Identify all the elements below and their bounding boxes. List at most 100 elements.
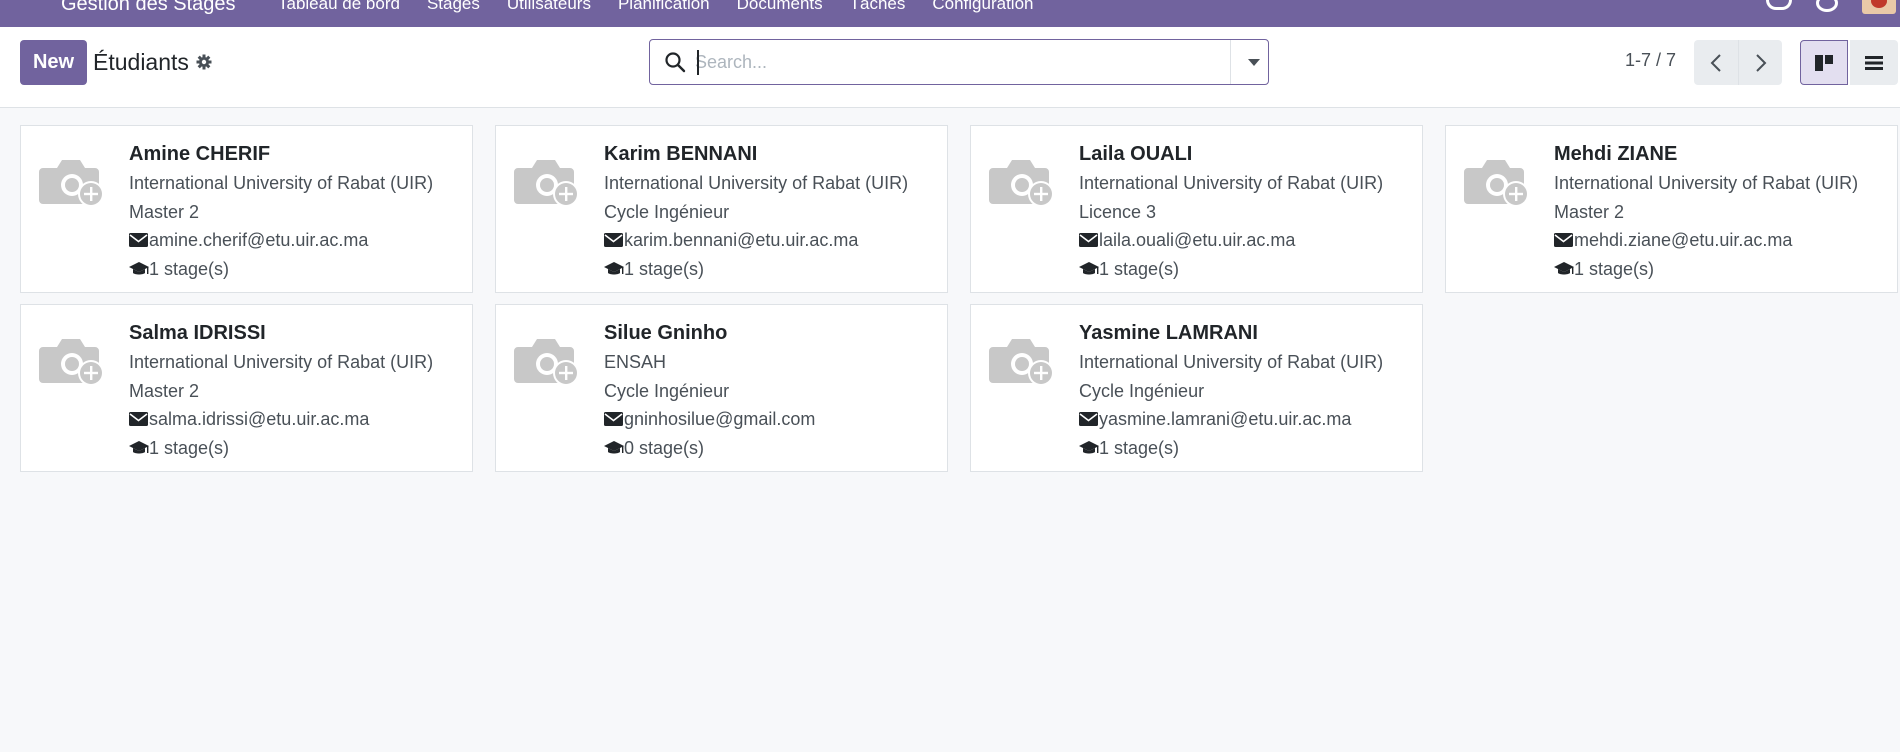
text-cursor (697, 50, 699, 75)
student-level: Master 2 (129, 201, 200, 222)
main-menu: Tableau de bord Stages Utilisateurs Plan… (278, 0, 1034, 14)
student-email: gninhosilue@gmail.com (624, 409, 816, 429)
student-level: Cycle Ingénieur (1079, 380, 1205, 401)
menu-item-documents[interactable]: Documents (737, 0, 823, 14)
student-email-row: laila.ouali@etu.uir.ac.ma (1079, 226, 1419, 255)
student-level: Cycle Ingénieur (604, 201, 730, 222)
graduation-cap-icon (129, 440, 149, 454)
kanban-view-button[interactable] (1800, 40, 1848, 85)
pager-next-button[interactable] (1738, 40, 1782, 85)
student-stage-count: 1 stage(s) (1099, 437, 1180, 458)
graduation-cap-icon (604, 261, 624, 275)
envelope-icon (1554, 233, 1573, 248)
card-content: Laila OUALI International University of … (1079, 139, 1419, 283)
student-stage-count: 1 stage(s) (149, 258, 230, 279)
student-stages-row: 1 stage(s) (1079, 255, 1419, 284)
student-name: Yasmine LAMRANI (1079, 322, 1258, 344)
graduation-cap-icon (1079, 440, 1099, 454)
student-stage-count: 1 stage(s) (624, 258, 705, 279)
student-stage-count: 1 stage(s) (149, 437, 230, 458)
user-avatar[interactable] (1862, 0, 1896, 14)
student-card[interactable]: Laila OUALI International University of … (970, 125, 1423, 293)
camera-add-icon (39, 160, 104, 207)
pager-previous-button[interactable] (1694, 40, 1738, 85)
apps-grid-icon[interactable] (22, 0, 46, 8)
student-level: Master 2 (1554, 201, 1625, 222)
student-email-row: amine.cherif@etu.uir.ac.ma (129, 226, 469, 255)
student-stages-row: 1 stage(s) (1079, 434, 1419, 463)
student-name: Salma IDRISSI (129, 322, 266, 344)
list-icon (1865, 55, 1883, 70)
student-school: International University of Rabat (UIR) (604, 173, 909, 193)
student-email: salma.idrissi@etu.uir.ac.ma (149, 409, 370, 429)
student-card[interactable]: Silue Gninho ENSAH Cycle Ingénieur gninh… (495, 304, 948, 472)
card-content: Salma IDRISSI International University o… (129, 318, 469, 462)
chevron-left-icon (1710, 53, 1721, 72)
student-card[interactable]: Karim BENNANI International University o… (495, 125, 948, 293)
search-bar (649, 39, 1269, 85)
pager-value[interactable]: 1-7 / 7 (1625, 50, 1676, 71)
menu-item-dashboard[interactable]: Tableau de bord (278, 0, 400, 14)
student-stages-row: 1 stage(s) (1554, 255, 1894, 284)
student-level: Master 2 (129, 380, 200, 401)
envelope-icon (1079, 233, 1098, 248)
envelope-icon (604, 233, 623, 248)
student-stage-count: 0 stage(s) (624, 437, 705, 458)
student-name: Amine CHERIF (129, 143, 271, 165)
graduation-cap-icon (1079, 261, 1099, 275)
student-stages-row: 1 stage(s) (129, 255, 469, 284)
app-brand[interactable]: Gestion des Stages (61, 0, 236, 16)
student-school: International University of Rabat (UIR) (129, 173, 434, 193)
student-stages-row: 0 stage(s) (604, 434, 944, 463)
student-stage-count: 1 stage(s) (1099, 258, 1180, 279)
list-view-button[interactable] (1850, 40, 1898, 85)
search-divider (1230, 40, 1231, 84)
card-content: Amine CHERIF International University of… (129, 139, 469, 283)
gear-icon[interactable] (196, 54, 212, 70)
activity-clock-icon[interactable] (1816, 0, 1838, 12)
student-name: Mehdi ZIANE (1554, 143, 1678, 165)
student-stage-count: 1 stage(s) (1574, 258, 1655, 279)
envelope-icon (129, 233, 148, 248)
student-school: ENSAH (604, 352, 667, 372)
navbar-systray (1766, 0, 1900, 14)
camera-add-icon (1464, 160, 1529, 207)
camera-add-icon (514, 160, 579, 207)
student-email-row: mehdi.ziane@etu.uir.ac.ma (1554, 226, 1894, 255)
card-content: Karim BENNANI International University o… (604, 139, 944, 283)
card-content: Yasmine LAMRANI International University… (1079, 318, 1419, 462)
student-level: Licence 3 (1079, 201, 1157, 222)
student-email-row: yasmine.lamrani@etu.uir.ac.ma (1079, 405, 1419, 434)
student-card[interactable]: Mehdi ZIANE International University of … (1445, 125, 1898, 293)
menu-item-configuration[interactable]: Configuration (932, 0, 1033, 14)
student-card[interactable]: Yasmine LAMRANI International University… (970, 304, 1423, 472)
page-title: Étudiants (93, 49, 189, 75)
search-icon (665, 52, 686, 73)
camera-add-icon (514, 339, 579, 386)
chat-icon[interactable] (1766, 0, 1792, 10)
student-card[interactable]: Salma IDRISSI International University o… (20, 304, 473, 472)
camera-add-icon (989, 339, 1054, 386)
new-button[interactable]: New (20, 40, 87, 85)
top-navbar: Gestion des Stages Tableau de bord Stage… (0, 0, 1900, 27)
graduation-cap-icon (604, 440, 624, 454)
student-school: International University of Rabat (UIR) (1079, 173, 1384, 193)
menu-item-tasks[interactable]: Tâches (850, 0, 906, 14)
menu-item-planning[interactable]: Planification (618, 0, 710, 14)
envelope-icon (1079, 412, 1098, 427)
envelope-icon (604, 412, 623, 427)
menu-item-users[interactable]: Utilisateurs (507, 0, 591, 14)
camera-add-icon (39, 339, 104, 386)
student-email: yasmine.lamrani@etu.uir.ac.ma (1099, 409, 1352, 429)
student-name: Karim BENNANI (604, 143, 758, 165)
student-school: International University of Rabat (UIR) (129, 352, 434, 372)
student-email-row: gninhosilue@gmail.com (604, 405, 944, 434)
student-email-row: karim.bennani@etu.uir.ac.ma (604, 226, 944, 255)
student-email: mehdi.ziane@etu.uir.ac.ma (1574, 230, 1793, 250)
search-input[interactable] (695, 48, 1195, 76)
student-level: Cycle Ingénieur (604, 380, 730, 401)
student-card[interactable]: Amine CHERIF International University of… (20, 125, 473, 293)
card-content: Mehdi ZIANE International University of … (1554, 139, 1894, 283)
search-options-toggle[interactable] (1240, 40, 1268, 84)
menu-item-stages[interactable]: Stages (427, 0, 480, 14)
